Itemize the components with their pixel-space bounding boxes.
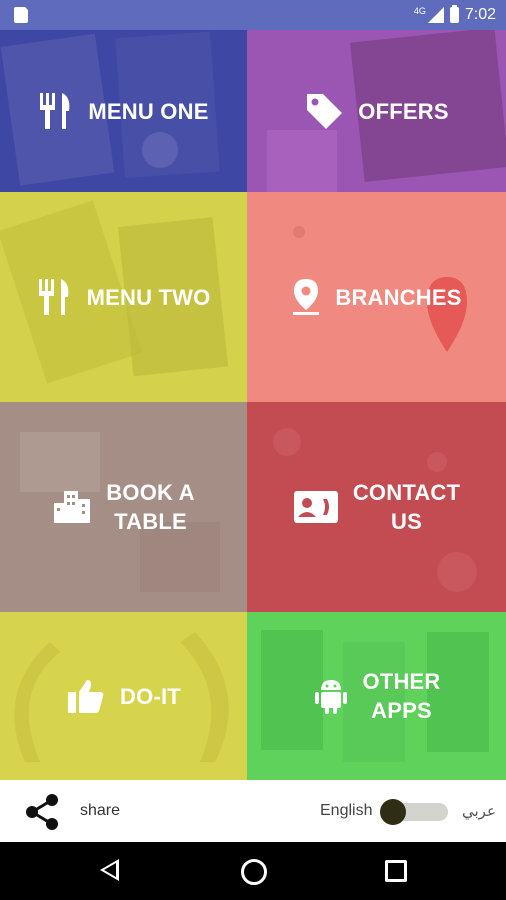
status-time: 7:02	[464, 6, 496, 23]
tile-menu-two-label: MENU TWO	[86, 284, 211, 310]
back-icon[interactable]	[100, 859, 119, 881]
network-type: 4G	[413, 6, 426, 16]
fork-knife-icon	[38, 279, 68, 315]
menu-grid: MENU ONE OFFERS MENU TWO BRANCHES BOOK A…	[0, 30, 506, 780]
contact-card-icon	[293, 491, 338, 523]
status-bar: 4G 7:02	[0, 0, 506, 30]
signal-icon	[427, 7, 444, 23]
tile-book-a-table[interactable]: BOOK A TABLE	[0, 402, 247, 612]
tile-offers[interactable]: OFFERS	[247, 30, 506, 192]
language-arabic-label: عربي	[462, 803, 496, 820]
sim-card-icon	[14, 6, 29, 23]
tile-branches[interactable]: BRANCHES	[247, 192, 506, 402]
tile-menu-one-label: MENU ONE	[88, 98, 209, 124]
tile-offers-label: OFFERS	[358, 98, 449, 124]
tag-icon	[307, 94, 343, 129]
location-pin-icon	[293, 279, 320, 315]
fork-knife-icon	[40, 93, 70, 129]
home-icon[interactable]	[241, 859, 267, 885]
tile-book-a-table-label: BOOK A TABLE	[106, 480, 195, 534]
tile-branches-label: BRANCHES	[335, 284, 462, 310]
tile-menu-two[interactable]: MENU TWO	[0, 192, 247, 402]
bottom-bar: share English عربي	[0, 780, 506, 842]
tile-contact-us-label: CONTACT US	[352, 480, 461, 534]
share-icon[interactable]	[22, 792, 62, 832]
tile-do-it[interactable]: DO-IT	[0, 612, 247, 780]
recent-apps-icon[interactable]	[385, 860, 407, 882]
tile-do-it-label: DO-IT	[120, 683, 181, 709]
system-nav-bar	[0, 842, 506, 900]
building-icon	[54, 491, 91, 523]
tile-other-apps-label: OTHER APPS	[362, 669, 441, 723]
language-toggle-thumb[interactable]	[380, 799, 406, 825]
tile-menu-one[interactable]: MENU ONE	[0, 30, 247, 192]
tile-contact-us[interactable]: CONTACT US	[247, 402, 506, 612]
android-icon	[314, 680, 347, 714]
thumbs-up-icon	[68, 680, 104, 713]
share-label[interactable]: share	[80, 802, 120, 820]
battery-icon	[449, 5, 459, 23]
language-english-label: English	[320, 802, 373, 819]
tile-other-apps[interactable]: OTHER APPS	[247, 612, 506, 780]
